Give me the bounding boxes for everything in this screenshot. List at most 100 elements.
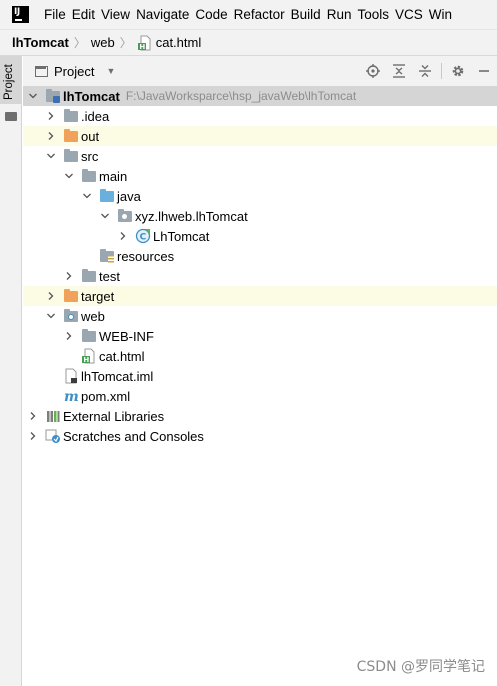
tree-node-label: main bbox=[99, 168, 128, 184]
tree-node-root[interactable]: lhTomcat F:\JavaWorksparce\hsp_javaWeb\l… bbox=[23, 86, 497, 106]
menu-tools[interactable]: Tools bbox=[357, 7, 395, 22]
chevron-right-icon[interactable] bbox=[27, 410, 39, 422]
tree-node-label: LhTomcat bbox=[153, 228, 210, 244]
menu-window[interactable]: Win bbox=[429, 7, 458, 22]
breadcrumb-separator-icon: 〉 bbox=[73, 36, 86, 50]
tree-node-path: F:\JavaWorksparce\hsp_javaWeb\lhTomcat bbox=[125, 89, 357, 103]
chevron-right-icon[interactable] bbox=[117, 230, 129, 242]
breadcrumb-separator-icon: 〉 bbox=[119, 36, 132, 50]
tree-node-label: lhTomcat bbox=[63, 88, 120, 104]
tree-node-label: Scratches and Consoles bbox=[63, 428, 204, 444]
html-file-icon: H bbox=[81, 348, 97, 364]
tree-node-label: .idea bbox=[81, 108, 110, 124]
tree-node-label: pom.xml bbox=[81, 388, 131, 404]
tree-node-label: lhTomcat.iml bbox=[81, 368, 154, 384]
chevron-down-icon[interactable] bbox=[63, 170, 75, 182]
breadcrumb-file-label: cat.html bbox=[155, 35, 202, 50]
breadcrumb-folder[interactable]: web bbox=[91, 35, 115, 50]
breadcrumb-file[interactable]: H cat.html bbox=[137, 35, 202, 51]
project-tool-tab-label: Project bbox=[3, 64, 15, 100]
chevron-down-icon[interactable] bbox=[45, 150, 57, 162]
excluded-folder-icon bbox=[63, 288, 79, 304]
tree-node-main[interactable]: main bbox=[23, 166, 497, 186]
tree-node-label: xyz.lhweb.lhTomcat bbox=[135, 208, 248, 224]
tree-node-resources[interactable]: resources bbox=[23, 246, 497, 266]
chevron-down-icon[interactable] bbox=[99, 210, 111, 222]
chevron-right-icon[interactable] bbox=[45, 130, 57, 142]
breadcrumb-project[interactable]: lhTomcat bbox=[12, 35, 69, 50]
expand-all-icon[interactable] bbox=[386, 58, 412, 84]
project-tool-header: Project ▼ bbox=[23, 56, 497, 86]
svg-text:H: H bbox=[139, 43, 145, 51]
menu-navigate[interactable]: Navigate bbox=[136, 7, 195, 22]
menu-view[interactable]: View bbox=[101, 7, 136, 22]
chevron-down-icon[interactable]: ▼ bbox=[106, 66, 115, 76]
tree-node-scratches[interactable]: Scratches and Consoles bbox=[23, 426, 497, 446]
tree-node-label: java bbox=[117, 188, 141, 204]
html-file-icon: H bbox=[137, 35, 151, 51]
chevron-right-icon[interactable] bbox=[45, 110, 57, 122]
chevron-right-icon[interactable] bbox=[63, 270, 75, 282]
minimize-icon[interactable] bbox=[471, 58, 497, 84]
tree-node-out[interactable]: out bbox=[23, 126, 497, 146]
folder-icon bbox=[81, 168, 97, 184]
chevron-right-icon[interactable] bbox=[27, 430, 39, 442]
folder-icon bbox=[63, 108, 79, 124]
tree-node-web[interactable]: web bbox=[23, 306, 497, 326]
source-folder-icon bbox=[99, 188, 115, 204]
menu-vcs[interactable]: VCS bbox=[395, 7, 429, 22]
folder-icon bbox=[63, 148, 79, 164]
project-view-selector[interactable]: Project bbox=[54, 64, 94, 79]
menu-edit[interactable]: Edit bbox=[72, 7, 101, 22]
chevron-down-icon[interactable] bbox=[27, 90, 39, 102]
chevron-right-icon[interactable] bbox=[63, 330, 75, 342]
tree-node-target[interactable]: target bbox=[23, 286, 497, 306]
tree-node-src[interactable]: src bbox=[23, 146, 497, 166]
package-icon bbox=[117, 208, 133, 224]
chevron-right-icon[interactable] bbox=[45, 290, 57, 302]
tool-actions bbox=[360, 56, 497, 86]
menu-refactor[interactable]: Refactor bbox=[234, 7, 291, 22]
tree-node-cat-html[interactable]: H cat.html bbox=[23, 346, 497, 366]
folder-icon[interactable] bbox=[5, 112, 17, 121]
project-view-icon bbox=[35, 65, 48, 77]
web-folder-icon bbox=[63, 308, 79, 324]
tree-node-java[interactable]: java bbox=[23, 186, 497, 206]
tree-node-label: src bbox=[81, 148, 99, 164]
project-tool-tab[interactable]: Project bbox=[0, 56, 22, 104]
menu-build[interactable]: Build bbox=[291, 7, 327, 22]
tree-node-label: resources bbox=[117, 248, 175, 264]
tree-node-label: web bbox=[81, 308, 105, 324]
collapse-all-icon[interactable] bbox=[412, 58, 438, 84]
menu-code[interactable]: Code bbox=[195, 7, 233, 22]
tree-node-package[interactable]: xyz.lhweb.lhTomcat bbox=[23, 206, 497, 226]
java-class-icon: C bbox=[135, 228, 151, 244]
tree-node-label: out bbox=[81, 128, 100, 144]
menu-bar: IJ File Edit View Navigate Code Refactor… bbox=[0, 0, 497, 29]
chevron-down-icon[interactable] bbox=[45, 310, 57, 322]
tree-node-iml[interactable]: lhTomcat.iml bbox=[23, 366, 497, 386]
svg-text:C: C bbox=[140, 233, 147, 243]
tree-node-external-libraries[interactable]: External Libraries bbox=[23, 406, 497, 426]
chevron-down-icon[interactable] bbox=[81, 190, 93, 202]
tree-node-idea[interactable]: .idea bbox=[23, 106, 497, 126]
tree-node-class[interactable]: C LhTomcat bbox=[23, 226, 497, 246]
toolbar-divider bbox=[441, 63, 442, 79]
navigation-bar: lhTomcat 〉 web 〉 H cat.html bbox=[0, 29, 497, 56]
excluded-folder-icon bbox=[63, 128, 79, 144]
tree-node-webinf[interactable]: WEB-INF bbox=[23, 326, 497, 346]
menu-run[interactable]: Run bbox=[327, 7, 358, 22]
tree-node-pom[interactable]: m pom.xml bbox=[23, 386, 497, 406]
svg-text:H: H bbox=[83, 356, 89, 364]
tree-node-label: cat.html bbox=[99, 348, 145, 364]
tree-node-label: test bbox=[99, 268, 120, 284]
menu-file[interactable]: File bbox=[44, 7, 72, 22]
locate-file-icon[interactable] bbox=[360, 58, 386, 84]
folder-icon bbox=[81, 328, 97, 344]
project-tree: lhTomcat F:\JavaWorksparce\hsp_javaWeb\l… bbox=[23, 86, 497, 686]
library-icon bbox=[45, 408, 61, 424]
gear-icon[interactable] bbox=[445, 58, 471, 84]
tree-node-test[interactable]: test bbox=[23, 266, 497, 286]
scratches-icon bbox=[45, 428, 61, 444]
left-tool-strip: Project bbox=[0, 56, 22, 686]
